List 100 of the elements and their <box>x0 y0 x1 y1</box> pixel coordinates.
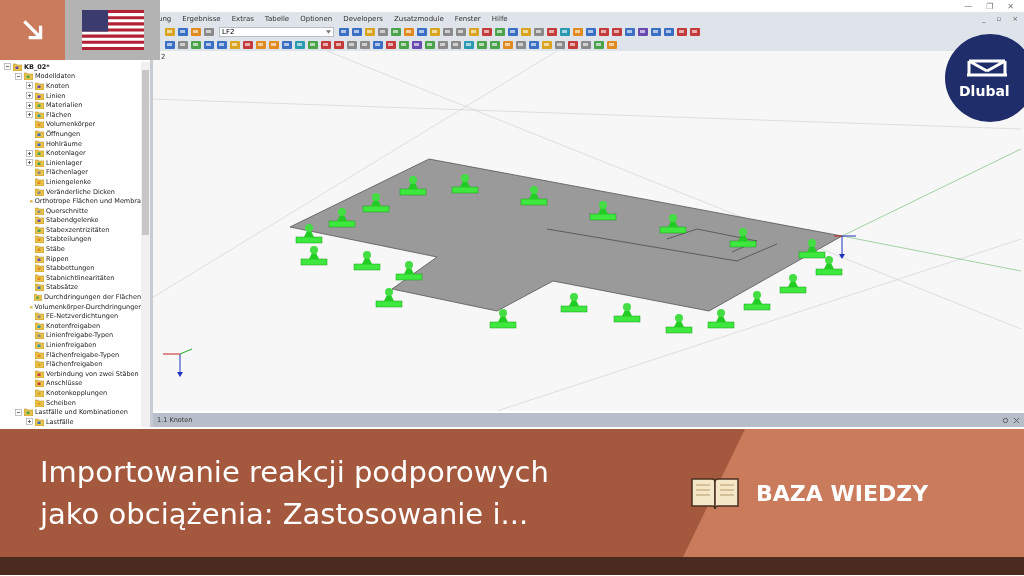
toolbar-icon[interactable] <box>190 38 202 51</box>
support-icon[interactable] <box>659 214 687 234</box>
toolbar-icon[interactable] <box>637 25 649 38</box>
toolbar-icon[interactable] <box>450 38 462 51</box>
toolbar-icon[interactable] <box>203 25 215 38</box>
support-icon[interactable] <box>300 246 328 266</box>
expander-icon[interactable] <box>26 418 33 426</box>
toolbar-icon[interactable] <box>528 38 540 51</box>
toolbar-icon[interactable] <box>689 25 701 38</box>
toolbar-icon[interactable] <box>307 38 319 51</box>
expander-icon[interactable] <box>26 101 33 109</box>
toolbar-icon[interactable] <box>411 38 423 51</box>
toolbar-icon[interactable] <box>515 38 527 51</box>
support-icon[interactable] <box>520 186 548 206</box>
toolbar-icon[interactable] <box>359 38 371 51</box>
toolbar-icon[interactable] <box>416 25 428 38</box>
window-control[interactable]: ✕ <box>1007 1 1014 11</box>
toolbar-icon[interactable] <box>403 25 415 38</box>
toolbar-icon[interactable] <box>190 25 202 38</box>
toolbar-icon[interactable] <box>294 38 306 51</box>
toolbar-icon[interactable] <box>442 25 454 38</box>
toolbar-icon[interactable] <box>481 25 493 38</box>
window-control[interactable]: — <box>964 1 973 11</box>
toolbar-icon[interactable] <box>455 25 467 38</box>
toolbar-icon[interactable] <box>598 25 610 38</box>
toolbar-icon[interactable] <box>424 38 436 51</box>
support-icon[interactable] <box>729 228 757 248</box>
toolbar-icon[interactable] <box>502 38 514 51</box>
toolbar-icon[interactable] <box>463 38 475 51</box>
toolbar-icon[interactable] <box>346 38 358 51</box>
scrollbar[interactable] <box>141 62 150 427</box>
toolbar-icon[interactable] <box>572 25 584 38</box>
support-icon[interactable] <box>743 291 771 311</box>
toolbar-icon[interactable] <box>177 25 189 38</box>
toolbar-icon[interactable] <box>216 38 228 51</box>
expander-icon[interactable] <box>26 159 33 167</box>
toolbar-icon[interactable] <box>268 38 280 51</box>
toolbar-icon[interactable] <box>507 25 519 38</box>
support-icon[interactable] <box>560 293 588 313</box>
expander-icon[interactable] <box>4 63 11 71</box>
toolbar-icon[interactable] <box>676 25 688 38</box>
toolbar-icon[interactable] <box>333 38 345 51</box>
support-icon[interactable] <box>399 176 427 196</box>
toolbar-icon[interactable] <box>593 38 605 51</box>
support-icon[interactable] <box>353 251 381 271</box>
toolbar-icon[interactable] <box>559 25 571 38</box>
support-icon[interactable] <box>395 261 423 281</box>
toolbar-icon[interactable] <box>338 25 350 38</box>
toolbar-icon[interactable] <box>489 38 501 51</box>
support-icon[interactable] <box>328 208 356 228</box>
toolbar-icon[interactable] <box>546 25 558 38</box>
toolbar-icon[interactable] <box>372 38 384 51</box>
toolbar-icon[interactable] <box>533 25 545 38</box>
toolbar-icon[interactable] <box>580 38 592 51</box>
toolbar-icon[interactable] <box>624 25 636 38</box>
toolbar-icon[interactable] <box>390 25 402 38</box>
toolbar-icon[interactable] <box>177 38 189 51</box>
support-icon[interactable] <box>707 309 735 329</box>
support-icon[interactable] <box>613 303 641 323</box>
expander-icon[interactable] <box>15 72 22 80</box>
support-icon[interactable] <box>665 314 693 334</box>
toolbar-icon[interactable] <box>663 25 675 38</box>
toolbar-icon[interactable] <box>242 38 254 51</box>
expander-icon[interactable] <box>26 111 33 119</box>
support-icon[interactable] <box>375 288 403 308</box>
toolbar-icon[interactable] <box>377 25 389 38</box>
toolbar-icon[interactable] <box>554 38 566 51</box>
toolbar-icon[interactable] <box>585 25 597 38</box>
support-icon[interactable] <box>451 174 479 194</box>
toolbar-icon[interactable] <box>281 38 293 51</box>
support-icon[interactable] <box>489 309 517 329</box>
toolbar-icon[interactable] <box>398 38 410 51</box>
toolbar-icon[interactable] <box>650 25 662 38</box>
toolbar-icon[interactable] <box>437 38 449 51</box>
toolbar-icon[interactable] <box>385 38 397 51</box>
toolbar-icon[interactable] <box>351 25 363 38</box>
support-icon[interactable] <box>589 201 617 221</box>
expander-icon[interactable] <box>26 82 33 90</box>
toolbar-icon[interactable] <box>567 38 579 51</box>
support-icon[interactable] <box>815 256 843 276</box>
window-control[interactable]: ❐ <box>986 1 994 11</box>
plate[interactable] <box>289 158 843 312</box>
support-icon[interactable] <box>798 239 826 259</box>
toolbar-icon[interactable] <box>606 38 618 51</box>
expander-icon[interactable] <box>26 149 33 157</box>
pin-icon[interactable] <box>1002 416 1009 424</box>
toolbar-icon[interactable] <box>203 38 215 51</box>
support-icon[interactable] <box>295 224 323 244</box>
support-icon[interactable] <box>779 274 807 294</box>
expander-icon[interactable] <box>26 92 33 100</box>
toolbar-icon[interactable] <box>255 38 267 51</box>
toolbar-icon[interactable] <box>320 38 332 51</box>
toolbar-icon[interactable] <box>611 25 623 38</box>
expander-icon[interactable] <box>15 408 22 416</box>
support-icon[interactable] <box>362 193 390 213</box>
flag-icon[interactable] <box>81 10 144 50</box>
toolbar-icon[interactable] <box>494 25 506 38</box>
toolbar-icon[interactable] <box>476 38 488 51</box>
close-icon[interactable] <box>1013 416 1020 424</box>
toolbar-icon[interactable] <box>164 38 176 51</box>
